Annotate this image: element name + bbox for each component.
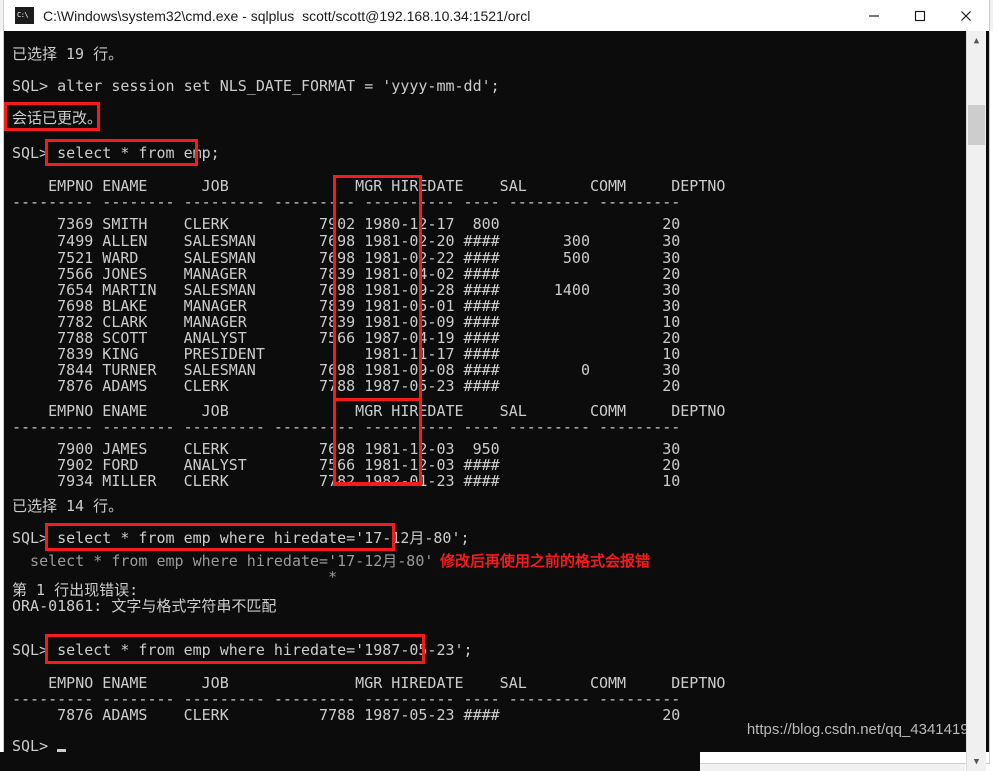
cmd-icon [15, 7, 34, 24]
cmd-window: C:\Windows\system32\cmd.exe - sqlplus sc… [4, 0, 989, 763]
console-bottom-edge [0, 752, 700, 771]
terminal-line: --------- -------- --------- --------- -… [12, 193, 681, 211]
terminal-line: --------- -------- --------- --------- -… [12, 418, 681, 436]
terminal-line: 会话已更改。 [12, 109, 103, 127]
terminal-line: SQL> select * from emp; [12, 144, 220, 162]
terminal-line: SQL> [12, 737, 49, 752]
scrollbar-thumb[interactable] [968, 105, 985, 145]
close-icon[interactable] [943, 0, 989, 31]
terminal-line: SQL> select * from emp where hiredate='1… [12, 641, 473, 659]
page-scrollbar[interactable]: ▲ ▼ [966, 31, 986, 771]
terminal-line: SQL> select * from emp where hiredate='1… [12, 529, 470, 547]
terminal-lines: 已选择 19 行。 SQL> alter session set NLS_DATE… [4, 31, 989, 752]
terminal-line: 7876 ADAMS CLERK 7788 1987-05-23 #### 20 [12, 706, 681, 724]
window-titlebar[interactable]: C:\Windows\system32\cmd.exe - sqlplus sc… [4, 0, 989, 32]
terminal-line: SQL> alter session set NLS_DATE_FORMAT =… [12, 77, 500, 95]
terminal-line: 7934 MILLER CLERK 7782 1982-01-23 #### 1… [12, 472, 681, 490]
window-controls [851, 0, 989, 31]
terminal-line: ORA-01861: 文字与格式字符串不匹配 [12, 597, 277, 615]
scroll-up-icon[interactable]: ▲ [967, 31, 986, 50]
window-title: C:\Windows\system32\cmd.exe - sqlplus sc… [43, 7, 531, 24]
maximize-icon[interactable] [897, 0, 943, 31]
minimize-icon[interactable] [851, 0, 897, 31]
watermark-url: https://blog.csdn.net/qq_43414190 [746, 721, 977, 738]
terminal-output-area[interactable]: 已选择 19 行。 SQL> alter session set NLS_DATE… [4, 31, 989, 752]
terminal-line: 7876 ADAMS CLERK 7788 1987-05-23 #### 20 [12, 377, 681, 395]
terminal-line: 已选择 14 行。 [12, 497, 124, 515]
annotation-note-text: 修改后再使用之前的格式会报错 [440, 552, 651, 570]
scroll-down-icon[interactable]: ▼ [967, 752, 986, 771]
terminal-line: 已选择 19 行。 [12, 45, 124, 63]
